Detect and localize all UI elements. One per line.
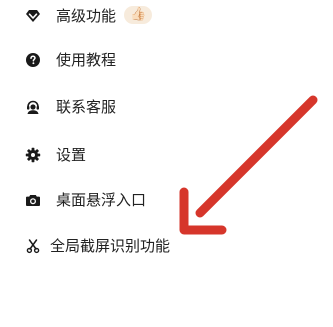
menu-item-tutorial[interactable]: 使用教程 [0,40,333,80]
help-circle-icon [25,52,41,68]
headset-icon [25,99,41,115]
menu-item-customer-service[interactable]: 联系客服 [0,87,333,127]
menu-item-settings[interactable]: 设置 [0,135,333,175]
menu-item-label: 设置 [56,146,87,164]
side-menu: 高级功能 👍🏻 使用教程 联系客服 设置 桌面悬浮入口 全局截屏识别功能 [0,0,333,327]
menu-item-label: 桌面悬浮入口 [56,191,147,209]
menu-item-label: 高级功能 [56,7,117,25]
thumbs-up-badge: 👍🏻 [124,6,153,24]
camera-icon [25,192,41,208]
diamond-icon [25,8,41,24]
menu-item-premium-features[interactable]: 高级功能 👍🏻 [0,0,333,36]
scissors-icon [25,238,41,254]
menu-item-global-screenshot-recognition[interactable]: 全局截屏识别功能 [0,226,333,266]
menu-item-label: 使用教程 [56,51,117,69]
gear-icon [25,147,41,163]
menu-item-label: 联系客服 [56,98,117,116]
menu-item-floating-entry[interactable]: 桌面悬浮入口 [0,180,333,220]
menu-item-label: 全局截屏识别功能 [50,237,171,255]
